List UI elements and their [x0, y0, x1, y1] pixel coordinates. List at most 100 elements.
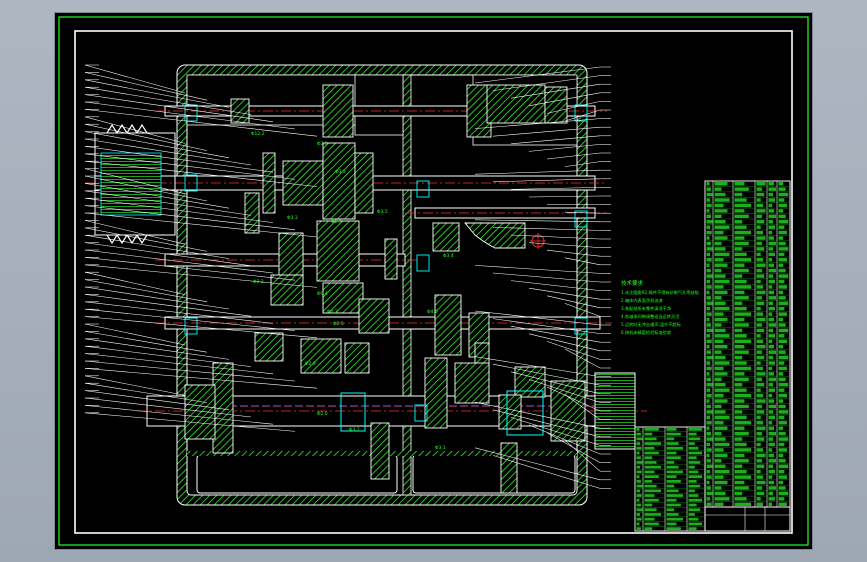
- parts-table-right-cell-42-0: [706, 410, 713, 414]
- parts-table-right-cell-26-0: [706, 323, 711, 327]
- parts-table-right-cell-24-4: [768, 312, 772, 316]
- parts-table-right-cell-25-1: [714, 317, 728, 322]
- parts-table-right-cell-39-0: [706, 393, 712, 398]
- parts-table-right-cell-19-5: [778, 285, 787, 289]
- parts-table-right-cell-6-1: [714, 214, 722, 219]
- parts-table-right-cell-46-2: [734, 431, 749, 436]
- parts-table-left-cell-20-2: [666, 522, 677, 526]
- parts-table-right-cell-44-2: [734, 421, 751, 425]
- parts-table-right-cell-36-4: [768, 377, 776, 382]
- leader-left-1: [84, 64, 186, 94]
- parts-table-right-cell-49-2: [734, 448, 751, 452]
- gear-label-7: Φ2.2: [253, 279, 264, 285]
- parts-table-right-cell-5-5: [778, 209, 784, 213]
- center-wall: [402, 74, 412, 496]
- parts-table-right-cell-20-3: [756, 290, 766, 295]
- parts-table-right-cell-48-5: [778, 442, 785, 447]
- parts-table-right-cell-30-0: [706, 345, 710, 349]
- parts-table-left-cell-14-3: [688, 494, 699, 497]
- parts-table-right-cell-8-0: [706, 225, 711, 229]
- parts-table-right-cell-51-0: [706, 459, 711, 463]
- note-line-2: 2.箱体内表面涂耐油漆: [621, 297, 663, 304]
- parts-table-right-cell-21-5: [778, 296, 786, 300]
- parts-table-right-cell-19-1: [714, 285, 724, 289]
- parts-table-right-cell-57-3: [756, 491, 765, 496]
- parts-table-right-cell-53-1: [714, 469, 730, 474]
- parts-table-right-cell-50-3: [756, 453, 766, 458]
- parts-table-right-cell-22-1: [714, 301, 726, 305]
- parts-table-left-cell-11-1: [644, 480, 653, 483]
- parts-table-right-cell-26-1: [714, 323, 722, 327]
- gear-18: [434, 294, 462, 356]
- parts-table-right-cell-22-5: [778, 301, 789, 305]
- parts-table-right-cell-24-1: [714, 312, 724, 316]
- parts-table-right-cell-47-0: [706, 437, 713, 441]
- parts-table-right-cell-40-1: [714, 399, 728, 403]
- parts-table-right-cell-6-3: [756, 214, 762, 219]
- parts-table-right-cell-6-5: [778, 214, 786, 219]
- parts-table-left-cell-9-1: [644, 470, 655, 474]
- parts-table-right-cell-18-2: [734, 279, 747, 284]
- parts-table-right-cell-1-1: [714, 187, 722, 191]
- parts-table-right-cell-19-0: [706, 285, 712, 289]
- drawing-canvas[interactable]: Φ12.2 Φ2.8 Φ3.3 Φ3.5 Φ3.3 Φ2.3 Φ2.2 Φ0.4 Φ0.3 Φ3.…: [55, 13, 812, 549]
- parts-table-right-cell-0-3: [756, 182, 766, 186]
- parts-table-right-cell-8-4: [768, 225, 775, 229]
- parts-table-right-cell-3-0: [706, 198, 711, 202]
- parts-table-right-cell-25-5: [778, 317, 784, 322]
- parts-table-right-cell-50-2: [734, 453, 745, 458]
- parts-table-right-cell-34-2: [734, 366, 751, 371]
- parts-table-right-cell-48-4: [768, 442, 775, 447]
- parts-table-left-cell-4-3: [688, 446, 699, 450]
- parts-table-right-cell-40-2: [734, 399, 745, 403]
- parts-table-left-cell-21-0: [636, 527, 641, 530]
- parts-table-right-cell-11-1: [714, 241, 722, 246]
- parts-table-right-cell-47-2: [734, 437, 743, 441]
- parts-table-left-cell-16-3: [688, 503, 697, 507]
- gear-25: [454, 362, 490, 404]
- parts-table-right-cell-10-4: [768, 236, 774, 240]
- parts-table-right-cell-12-4: [768, 247, 773, 251]
- parts-table-left-cell-13-3: [688, 489, 695, 493]
- parts-table-right-cell-57-1: [714, 491, 726, 496]
- leader-left-8: [84, 116, 186, 144]
- parts-table-right-cell-32-2: [734, 355, 743, 360]
- parts-table-right-cell-10-2: [734, 236, 745, 240]
- gear-label-11: Φ2.5: [333, 321, 344, 327]
- parts-table-right-cell-0-5: [778, 182, 784, 186]
- parts-table-right-cell-55-1: [714, 480, 728, 485]
- gear-label-1: Φ12.2: [251, 131, 265, 137]
- parts-table-right-cell-59-0: [706, 502, 712, 506]
- parts-table-right-cell-38-1: [714, 388, 730, 392]
- parts-table-right-cell-13-5: [778, 252, 785, 257]
- parts-table-right-cell-55-5: [778, 480, 784, 485]
- parts-table-right-cell-0-2: [734, 182, 745, 186]
- parts-table-right-cell-51-4: [768, 459, 776, 463]
- parts-table-right-cell-14-1: [714, 258, 724, 262]
- parts-table-left-cell-6-0: [636, 456, 641, 460]
- parts-table-right-cell-55-2: [734, 480, 745, 485]
- parts-table-right-cell-40-5: [778, 399, 784, 403]
- parts-table-right-cell-40-4: [768, 399, 774, 403]
- parts-table-right-cell-11-5: [778, 241, 786, 246]
- parts-table-right-cell-26-5: [778, 323, 786, 327]
- parts-table-left-cell-12-3: [688, 484, 701, 488]
- parts-table-right-cell-34-3: [756, 366, 764, 371]
- parts-table-right-cell-16-4: [768, 268, 776, 273]
- parts-table-right-cell-38-5: [778, 388, 785, 392]
- parts-table-right-cell-45-4: [768, 426, 774, 430]
- parts-table-right-cell-28-3: [756, 334, 761, 338]
- parts-table-right-cell-39-5: [778, 393, 787, 398]
- parts-table-right-cell-46-3: [756, 431, 762, 436]
- parts-table-right-cell-48-3: [756, 442, 761, 447]
- parts-table-right-cell-24-0: [706, 312, 712, 316]
- parts-table-right-cell-17-0: [706, 274, 713, 278]
- parts-table-right-cell-8-1: [714, 225, 730, 229]
- parts-table-right-cell-31-5: [778, 350, 786, 354]
- parts-table-right-cell-5-3: [756, 209, 766, 213]
- gear-13: [384, 238, 398, 280]
- parts-table-right-cell-23-0: [706, 306, 711, 311]
- parts-table-right-cell-9-2: [734, 230, 751, 235]
- parts-table-right-cell-3-1: [714, 198, 730, 202]
- parts-table-right-cell-12-5: [778, 247, 789, 251]
